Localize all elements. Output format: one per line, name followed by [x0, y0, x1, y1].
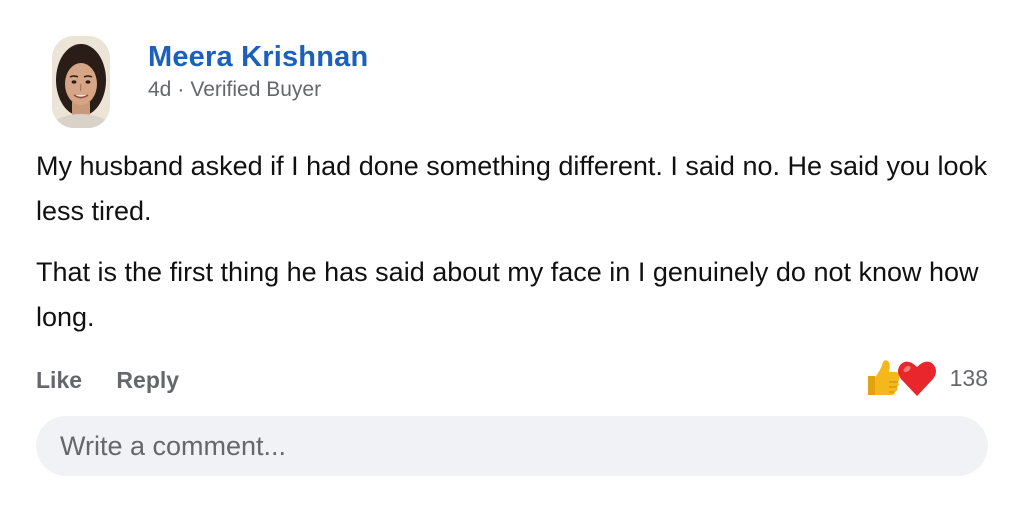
- meta-separator: ·: [177, 78, 185, 101]
- comment-input[interactable]: [36, 416, 988, 476]
- review-meta: 4d · Verified Buyer: [148, 78, 321, 102]
- avatar[interactable]: [52, 36, 110, 128]
- heart-icon: [897, 361, 936, 396]
- review-paragraph: My husband asked if I had done something…: [36, 151, 988, 226]
- review-age: 4d: [148, 78, 172, 101]
- review-card: Meera Krishnan 4d · Verified Buyer My husb…: [0, 0, 1024, 512]
- review-paragraph: That is the first thing he has said abou…: [36, 257, 979, 332]
- author-name[interactable]: Meera Krishnan: [148, 41, 368, 74]
- reactions-summary[interactable]: 138: [862, 356, 988, 400]
- reply-button[interactable]: Reply: [116, 367, 179, 393]
- like-button[interactable]: Like: [36, 367, 82, 393]
- verified-badge: Verified Buyer: [190, 78, 322, 101]
- reaction-count: 138: [949, 364, 988, 391]
- avatar-photo: [52, 36, 110, 128]
- review-actions: Like Reply: [36, 367, 179, 394]
- review-text: My husband asked if I had done something…: [36, 144, 996, 356]
